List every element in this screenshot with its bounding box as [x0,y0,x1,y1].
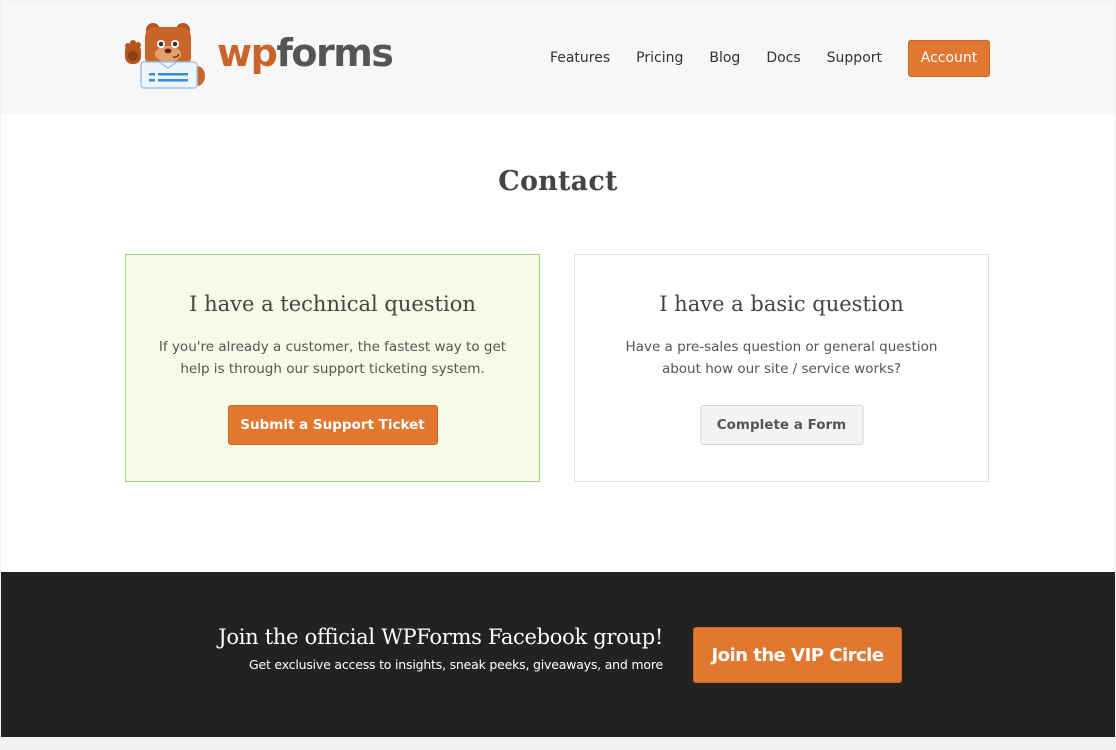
wordmark-forms: forms [276,31,394,75]
wordmark-wp: wp [217,31,278,75]
complete-a-form-button[interactable]: Complete a Form [700,405,863,445]
facebook-group-banner: Join the official WPForms Facebook group… [1,572,1115,737]
nav-support[interactable]: Support [827,50,882,66]
facebook-banner-heading: Join the official WPForms Facebook group… [218,625,663,649]
nav-pricing[interactable]: Pricing [636,50,683,66]
wpforms-logo[interactable]: wpforms [123,19,394,91]
card-description: Have a pre-sales question or general que… [625,339,938,377]
nav-blog[interactable]: Blog [709,50,740,66]
bear-mascot-icon [125,23,205,89]
wpforms-wordmark: wpforms [217,31,394,75]
basic-question-card: I have a basic question Have a pre-sales… [574,254,989,482]
main-nav: Features Pricing Blog Docs Support Accou… [550,39,990,77]
facebook-banner-text: Join the official WPForms Facebook group… [218,625,663,672]
page-title: Contact [498,166,618,197]
site-header: wpforms Features Pricing Blog Docs Suppo… [1,1,1115,114]
page: wpforms Features Pricing Blog Docs Suppo… [1,1,1115,737]
facebook-banner-subtext: Get exclusive access to insights, sneak … [248,657,663,672]
technical-question-card: I have a technical question If you're al… [125,254,540,482]
nav-docs[interactable]: Docs [766,50,800,66]
nav-features[interactable]: Features [550,50,610,66]
submit-support-ticket-button[interactable]: Submit a Support Ticket [227,405,438,445]
account-button[interactable]: Account [908,39,990,77]
card-description: If you're already a customer, the fastes… [158,339,507,377]
card-title: I have a technical question [189,292,476,316]
join-vip-circle-button[interactable]: Join the VIP Circle [693,627,902,683]
card-title: I have a basic question [659,292,904,316]
